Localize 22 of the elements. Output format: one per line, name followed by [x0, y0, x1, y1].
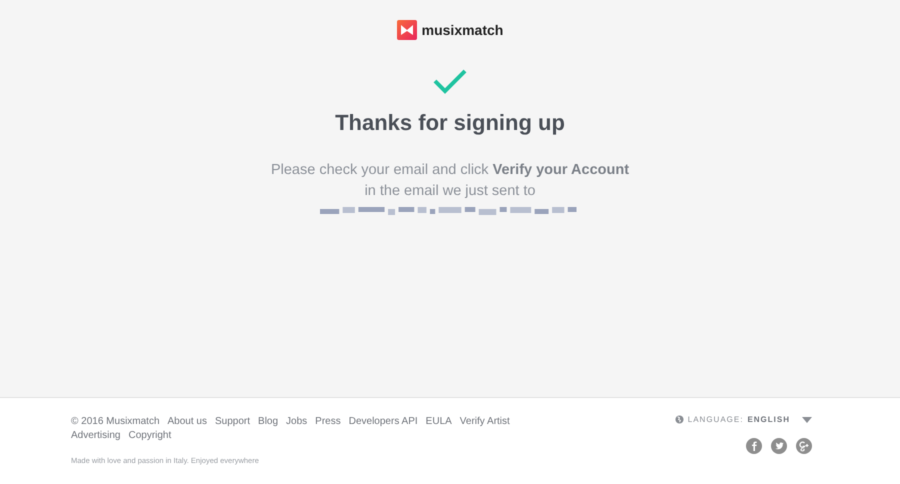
footer-link[interactable]: Verify Artist [460, 415, 510, 428]
page-title: Thanks for signing up [335, 110, 565, 136]
footer-link[interactable]: Press [315, 415, 341, 428]
copyright-text: © 2016 Musixmatch [71, 415, 160, 428]
language-selector[interactable]: LANGUAGE: ENGLISH [688, 415, 790, 424]
footer-link[interactable]: EULA [426, 415, 452, 428]
globe-icon [674, 415, 684, 424]
footer-link[interactable]: Support [215, 415, 250, 428]
letter-f-icon[interactable] [746, 438, 762, 454]
footer-link[interactable]: Blog [258, 415, 278, 428]
checkmark-icon [432, 68, 468, 94]
logo-wordmark: musixmatch [422, 22, 504, 38]
confirmation-message: Please check your email and click Verify your Account in the email we just sent to [270, 161, 630, 201]
bird-icon[interactable] [771, 438, 787, 454]
footer-link[interactable]: Advertising [71, 429, 120, 442]
footer-link[interactable]: About us [168, 415, 207, 428]
footer-link[interactable]: Developers API [348, 415, 418, 428]
footer-link[interactable]: Copyright [128, 429, 172, 442]
logo-icon [396, 20, 417, 40]
footer-link[interactable]: Jobs [286, 415, 308, 428]
caret-icon[interactable] [802, 416, 812, 422]
g-plus-icon[interactable] [796, 438, 812, 454]
